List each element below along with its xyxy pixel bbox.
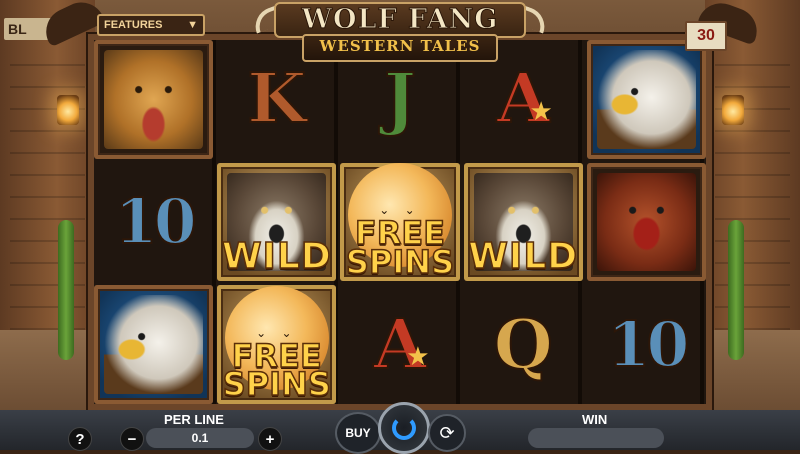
lantern-left-icon [57, 95, 79, 125]
symbol-wolf-wild: WILD [217, 162, 337, 282]
symbol-glyph: Q [493, 304, 554, 385]
per-line-value: 0.1 [146, 428, 254, 448]
symbol-free-spins: ⌄ ⌄ FREE SPINS [217, 285, 337, 404]
cactus-left [58, 220, 74, 360]
wild-label: WILD [467, 236, 579, 278]
cactus-right [728, 220, 744, 360]
symbol-Q: Q [464, 285, 583, 404]
star-icon: ★ [529, 96, 553, 126]
win-label: WIN [582, 412, 608, 427]
spin-button[interactable] [378, 402, 430, 454]
reel-grid: 10 K WILD ⌄ ⌄ FREE SPINS J ⌄ ⌄ FREE SPINS A ★ A ★ WILD… [94, 40, 706, 404]
symbol-A: A ★ [340, 285, 459, 404]
help-button[interactable]: ? [68, 427, 92, 451]
symbol-10: 10 [587, 285, 706, 404]
eagle-icon [596, 50, 696, 149]
symbol-bear [586, 162, 706, 282]
autoplay-button[interactable]: ⟳ [428, 414, 466, 452]
logo-subtitle: WESTERN TALES [319, 37, 481, 55]
features-dropdown[interactable]: FEATURES ▼ [97, 14, 205, 36]
star-icon: ★ [406, 341, 430, 372]
lantern-right-icon [722, 95, 744, 125]
symbol-glyph: K [246, 59, 307, 140]
symbol-wolf-wild: WILD [463, 162, 583, 282]
minus-icon: − [127, 430, 137, 448]
symbol-10: 10 [94, 163, 213, 282]
chevron-down-icon: ▼ [187, 19, 198, 31]
eagle-icon [104, 295, 204, 394]
decrease-bet-button[interactable]: − [120, 427, 144, 451]
win-value [528, 428, 664, 448]
autoplay-icon: ⟳ [439, 422, 455, 443]
symbol-eagle [586, 40, 706, 159]
game-logo: WOLF FANG WESTERN TALES [250, 0, 550, 62]
symbol-free-spins: ⌄ ⌄ FREE SPINS [340, 162, 460, 282]
symbol-glyph: J [383, 59, 417, 140]
per-line-label: PER LINE [164, 412, 224, 427]
spins-label: SPINS [345, 242, 455, 281]
increase-bet-button[interactable]: + [258, 427, 282, 451]
symbol-eagle [94, 285, 214, 404]
symbol-glyph: 10 [113, 184, 197, 258]
wild-label: WILD [221, 236, 332, 278]
buy-feature-button[interactable]: BUY [335, 412, 381, 454]
help-icon: ? [75, 430, 85, 448]
buy-label: BUY [345, 426, 371, 440]
bear-icon [596, 172, 696, 272]
logo-title: WOLF FANG [301, 4, 499, 36]
spins-label: SPINS [222, 365, 332, 404]
features-label: FEATURES [104, 19, 163, 31]
spin-icon [392, 416, 416, 440]
symbol-glyph: 10 [606, 307, 690, 381]
leopard-icon [104, 50, 204, 149]
symbol-leopard [94, 40, 214, 159]
plus-icon: + [265, 430, 275, 448]
paylines-badge: 30 [685, 21, 727, 51]
